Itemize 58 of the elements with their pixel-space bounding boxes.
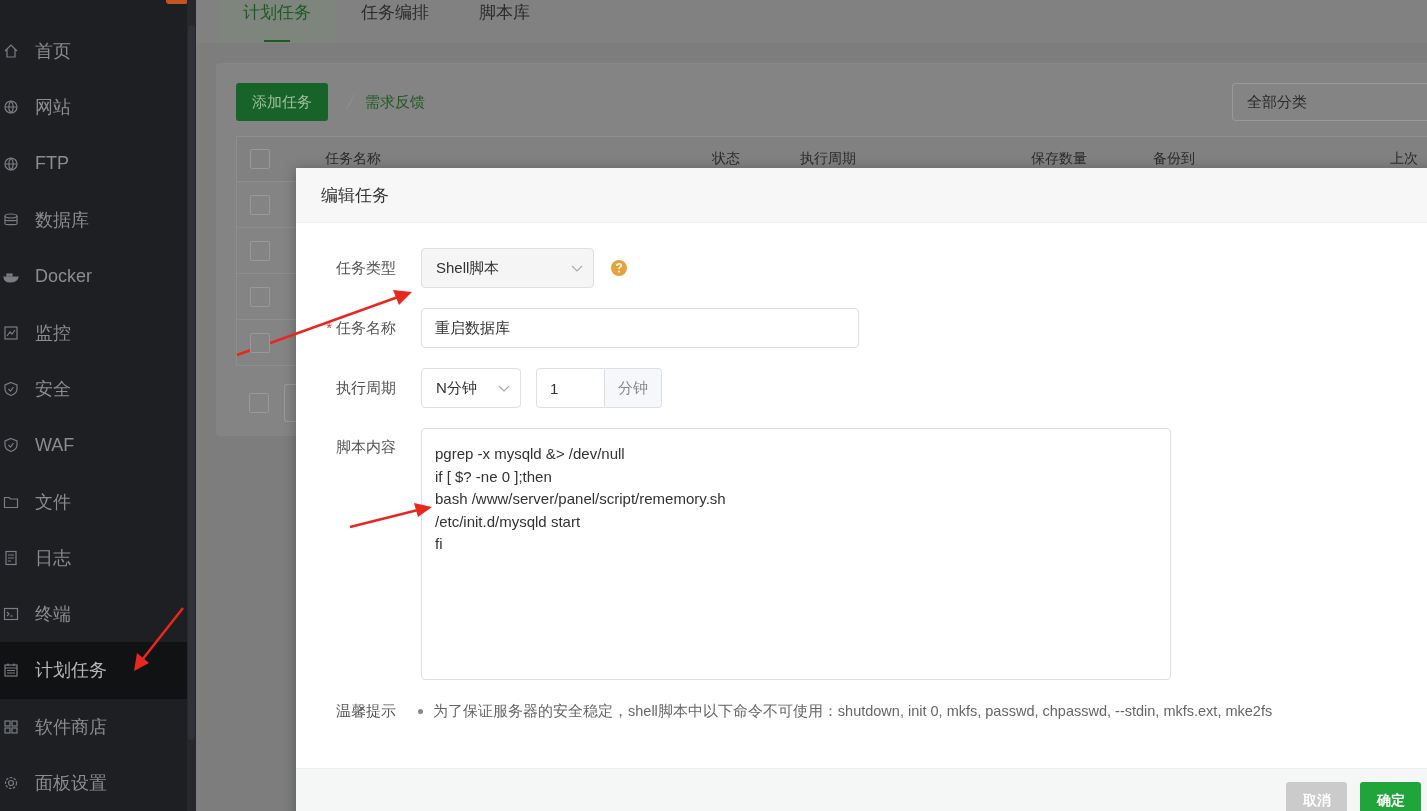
sidebar-item[interactable]: 安全: [0, 360, 187, 418]
sidebar-item[interactable]: 文件: [0, 473, 187, 530]
sidebar-item[interactable]: 网站: [0, 79, 187, 136]
label-text: 任务名称: [336, 318, 396, 338]
monitor-icon: [3, 324, 19, 341]
sidebar-item[interactable]: FTP: [0, 135, 187, 192]
field-label: 温馨提示: [335, 702, 396, 721]
chevron-down-icon: [498, 385, 510, 393]
column-header: 备份到: [1153, 150, 1195, 168]
field-label: 任务类型: [335, 258, 396, 278]
script-field[interactable]: pgrep -x mysqld &> /dev/null if [ $? -ne 0 ];then bash /www/server/panel/script/rememory.sh /etc/init.d/mysqld start fi: [421, 428, 1171, 680]
help-icon[interactable]: [611, 260, 627, 276]
shield-icon: [3, 380, 19, 397]
sidebar-item[interactable]: 软件商店: [0, 698, 187, 755]
terminal-icon: [3, 606, 19, 623]
field-label: 脚本内容: [335, 437, 396, 457]
field-label: 执行周期: [335, 378, 396, 398]
globe-icon: [3, 99, 19, 116]
chevron-down-icon: [571, 265, 583, 273]
checkbox[interactable]: [250, 149, 270, 169]
add-task-button[interactable]: 添加任务: [236, 83, 328, 121]
column-header: 上次: [1390, 150, 1418, 168]
tab[interactable]: 任务编排: [336, 0, 454, 43]
tab[interactable]: 脚本库: [454, 0, 555, 43]
sidebar-item[interactable]: 计划任务: [0, 642, 187, 699]
sidebar-item[interactable]: 数据库: [0, 191, 187, 249]
column-header: 状态: [712, 150, 740, 168]
period-select[interactable]: N分钟: [421, 368, 521, 408]
confirm-button[interactable]: 确定: [1360, 782, 1421, 811]
column-header: 任务名称: [325, 150, 381, 168]
sidebar-item[interactable]: WAF: [0, 417, 187, 474]
settings-icon: [3, 775, 19, 791]
shield-icon: [3, 437, 19, 454]
calendar-icon: [3, 662, 19, 679]
column-header: 执行周期: [800, 150, 856, 168]
sidebar-item[interactable]: 终端: [0, 585, 187, 643]
sidebar-item[interactable]: Docker: [0, 248, 187, 305]
task-name-field[interactable]: 重启数据库: [421, 308, 859, 348]
log-icon: [3, 549, 19, 566]
grid-icon: [3, 718, 19, 735]
category-select[interactable]: 全部分类: [1232, 83, 1427, 121]
bullet-icon: [418, 709, 423, 714]
home-icon: [3, 43, 19, 60]
dialog-title: 编辑任务: [321, 184, 389, 207]
globe-icon: [3, 155, 19, 172]
task-type-select[interactable]: Shell脚本: [421, 248, 594, 288]
minutes-field[interactable]: 1: [536, 368, 605, 408]
column-header: 保存数量: [1031, 150, 1087, 168]
annotation-arrow: [134, 607, 184, 671]
required-mark: *: [326, 318, 332, 338]
unit-addon: 分钟: [605, 368, 662, 408]
checkbox[interactable]: [250, 332, 270, 353]
sidebar-item[interactable]: 首页: [0, 23, 187, 80]
sidebar-item[interactable]: 面板设置: [0, 754, 187, 811]
sidebar-item[interactable]: 监控: [0, 304, 187, 361]
tip-text: 为了保证服务器的安全稳定，shell脚本中以下命令不可使用：shutdown, init 0, mkfs, passwd, chpasswd, --stdin, mkfs.ext, mke2fs: [433, 702, 1273, 721]
sidebar-item[interactable]: 日志: [0, 529, 187, 586]
scrollbar-thumb[interactable]: [188, 25, 195, 740]
